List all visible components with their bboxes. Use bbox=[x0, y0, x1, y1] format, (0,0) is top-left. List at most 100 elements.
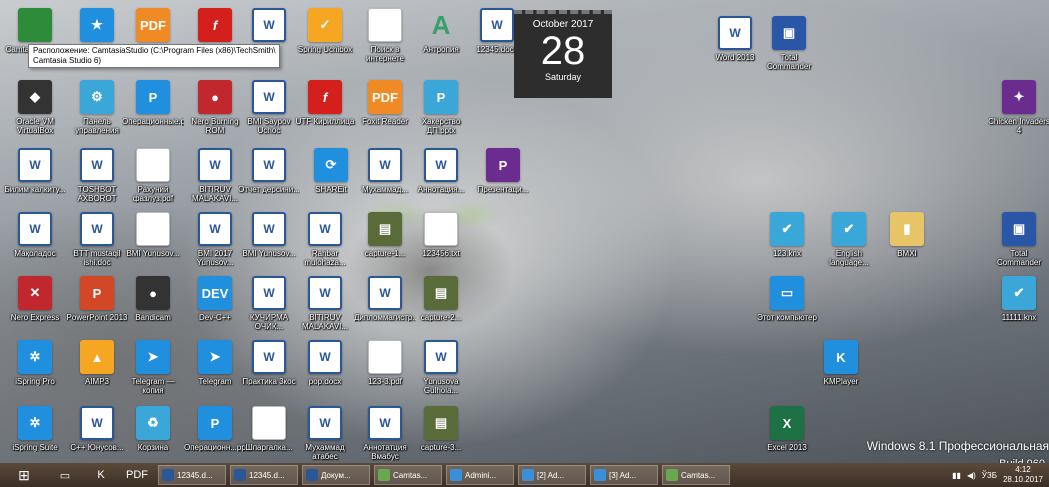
desktop-icon-label: КУЧИРМА ОЧИК... bbox=[249, 313, 289, 331]
desktop-icon[interactable]: ✔ English language... bbox=[818, 212, 880, 267]
taskbar-window-button[interactable]: [2] Ad... bbox=[518, 465, 586, 485]
language-indicator[interactable]: ЎЗБ bbox=[982, 471, 997, 480]
word-icon: W bbox=[252, 8, 286, 42]
desktop-icon[interactable]: W Rahbar mulohaza... bbox=[294, 212, 356, 267]
desktop-icon[interactable]: ✲ iSpring Suite bbox=[4, 406, 66, 452]
desktop-icon[interactable]: W BMI 2017 Yunusov... bbox=[184, 212, 246, 267]
taskbar-window-button[interactable]: Admini... bbox=[446, 465, 514, 485]
desktop-icon-label: Операционн...pptx bbox=[184, 443, 246, 452]
desktop-icon[interactable]: W Аннотатция Вмабус bbox=[354, 406, 416, 461]
desktop-icon[interactable]: ✲ iSpring Pro bbox=[4, 340, 66, 386]
desktop-icon[interactable]: ✕ Nero Express bbox=[4, 276, 66, 322]
desktop-icon[interactable]: W Мухаммад... bbox=[354, 148, 416, 194]
desktop-icon[interactable]: W Аннотация... bbox=[410, 148, 472, 194]
word-icon: W bbox=[424, 340, 458, 374]
taskbar-pin-foxit[interactable]: PDF bbox=[120, 464, 154, 486]
desktop-icon[interactable]: ▭ Этот компьютер bbox=[756, 276, 818, 322]
desktop-icon[interactable]: ● Nero Burning ROM bbox=[184, 80, 246, 135]
desktop-icon[interactable]: P PowerPoint 2013 bbox=[66, 276, 128, 322]
start-button[interactable]: ⊞ bbox=[4, 464, 44, 486]
desktop-icon[interactable]: ● Bandicam bbox=[122, 276, 184, 322]
desktop-icon[interactable]: ▤ capture-3... bbox=[410, 406, 472, 452]
tray-clock[interactable]: 4:12 28.10.2017 bbox=[1003, 465, 1043, 485]
desktop-icon[interactable]: P Презентаци... bbox=[472, 148, 534, 194]
desktop-icon[interactable]: X Excel 2013 bbox=[756, 406, 818, 452]
desktop-icon[interactable]: W КУЧИРМА ОЧИК... bbox=[238, 276, 300, 331]
desktop-icon[interactable]: DEV Dev-C++ bbox=[184, 276, 246, 322]
desktop-icon[interactable]: W BTT mustaqil ishi.doc bbox=[66, 212, 128, 267]
desktop-icon[interactable]: ✓ Spring Uchibox bbox=[294, 8, 356, 54]
desktop-icon[interactable]: W Yunusova Gulhola... bbox=[410, 340, 472, 395]
desktop-icon[interactable]: ⟳ SHAREit bbox=[300, 148, 362, 194]
desktop-icon[interactable]: ➤ Telegram bbox=[184, 340, 246, 386]
desktop-icon[interactable]: ⚙ Панель управления bbox=[66, 80, 128, 135]
desktop-icon[interactable]: W Дипломмагистр... bbox=[354, 276, 416, 322]
desktop-icon-label: Nero Express bbox=[10, 313, 60, 322]
desktop-icon[interactable]: ✔ 11111.knx bbox=[988, 276, 1049, 322]
desktop-icon[interactable]: 123-3.pdf bbox=[354, 340, 416, 386]
desktop-icon[interactable]: 123456.txt bbox=[410, 212, 472, 258]
desktop-icon[interactable]: W BITIRUV MALAKAVI... bbox=[184, 148, 246, 203]
desktop-icon[interactable]: W C++ Юнусов... bbox=[66, 406, 128, 452]
desktop-icon-label: Аннотатция Вмабус bbox=[363, 443, 407, 461]
desktop-icon[interactable]: Поиск в интернете bbox=[354, 8, 416, 63]
desktop-icon[interactable]: ▤ capture-1... bbox=[354, 212, 416, 258]
taskbar-window-button[interactable]: Докум... bbox=[302, 465, 370, 485]
taskbar-window-button[interactable]: [3] Ad... bbox=[590, 465, 658, 485]
desktop-icon-label: Панель управления bbox=[75, 117, 119, 135]
blue-icon: ★ bbox=[80, 8, 114, 42]
desktop-icon[interactable]: W Отчет дерсини... bbox=[238, 148, 300, 194]
desktop-icon[interactable]: ▣ Total Commander bbox=[758, 16, 820, 71]
desktop-icon[interactable]: ▮ BMXI bbox=[876, 212, 938, 258]
taskbar-window-button[interactable]: Camtas... bbox=[662, 465, 730, 485]
desktop-icon[interactable]: ▣ Total Commander bbox=[988, 212, 1049, 267]
taskbar-pin-kmplayer[interactable]: K bbox=[84, 464, 118, 486]
word-icon: W bbox=[368, 276, 402, 310]
desktop-icon[interactable]: W BITIRUV MALAKAVI... bbox=[294, 276, 356, 331]
desktop-icon[interactable]: ▲ AIMP3 bbox=[66, 340, 128, 386]
desktop-icon[interactable]: P Хакерство ДП.pptx bbox=[410, 80, 472, 135]
desktop-icon[interactable]: W bbox=[238, 8, 300, 45]
desktop-icon[interactable]: ✔ 123.knx bbox=[756, 212, 818, 258]
desktop-icon[interactable]: A Антропия bbox=[410, 8, 472, 55]
desktop-icon[interactable]: W Практика 3коc bbox=[238, 340, 300, 386]
taskbar-window-button[interactable]: 12345.d... bbox=[158, 465, 226, 485]
desktop-icon[interactable]: W Мақоладоc bbox=[4, 212, 66, 258]
dark-icon: ◆ bbox=[18, 80, 52, 114]
taskbar-window-button[interactable]: 12345.d... bbox=[230, 465, 298, 485]
desktop-icon[interactable]: ♻ Корзина bbox=[122, 406, 184, 452]
taskbar-pin-explorer[interactable]: ▭ bbox=[48, 464, 82, 486]
desktop-icon[interactable]: Рахуний фазлуз.pdf bbox=[122, 148, 184, 203]
cyan-icon: ✔ bbox=[832, 212, 866, 246]
desktop-icon[interactable]: Шпаргалка... bbox=[238, 406, 300, 452]
taskbar-window-button[interactable]: Camtas... bbox=[374, 465, 442, 485]
volume-icon[interactable]: ◀) bbox=[967, 471, 976, 480]
desktop-icon[interactable]: f UTF Кириллица bbox=[294, 80, 356, 126]
blue-icon: ⟳ bbox=[314, 148, 348, 182]
desktop-icon[interactable]: ✦ Chicken Invaders 4 bbox=[988, 80, 1049, 135]
desktop-icon[interactable]: W TOSHBOT AXBOROT bbox=[66, 148, 128, 203]
desktop-icon[interactable]: PDF Foxit Reader bbox=[354, 80, 416, 126]
desktop-icon[interactable]: W Word 2013 bbox=[704, 16, 766, 62]
desktop-icon[interactable]: W Билим калкиту... bbox=[4, 148, 66, 194]
calendar-widget[interactable]: October 2017 28 Saturday bbox=[514, 10, 612, 98]
doc-icon bbox=[368, 8, 402, 42]
desktop-icon[interactable]: ★ bbox=[66, 8, 128, 45]
desktop-icon[interactable]: W BMI Yunusov... bbox=[238, 212, 300, 258]
network-icon[interactable]: ▮▮ bbox=[952, 471, 961, 480]
window-app-icon bbox=[306, 469, 318, 481]
desktop-icon[interactable]: P Операционные.pptx bbox=[122, 80, 184, 126]
desktop-icon[interactable]: Wpop.docx bbox=[294, 340, 356, 386]
desktop-icon[interactable]: f bbox=[184, 8, 246, 45]
blue-icon: ✲ bbox=[18, 406, 52, 440]
desktop-icon[interactable]: K KMPlayer bbox=[810, 340, 872, 386]
desktop-icon[interactable]: BMI Yunusov... bbox=[122, 212, 184, 258]
desktop-icon-label: capture-2... bbox=[420, 313, 462, 322]
desktop-icon[interactable]: PDF bbox=[122, 8, 184, 45]
desktop-icon[interactable]: ➤ Telegram — копия bbox=[122, 340, 184, 395]
desktop-icon[interactable]: P Операционн...pptx bbox=[184, 406, 246, 452]
desktop-icon[interactable]: W BMI Saypov Uchoc bbox=[238, 80, 300, 135]
desktop-icon[interactable]: ▤ capture-2... bbox=[410, 276, 472, 322]
desktop-icon[interactable]: ◆ Oracle VM VirtualBox bbox=[4, 80, 66, 135]
desktop-icon[interactable]: W Мухаммад aтaбеc bbox=[294, 406, 356, 461]
